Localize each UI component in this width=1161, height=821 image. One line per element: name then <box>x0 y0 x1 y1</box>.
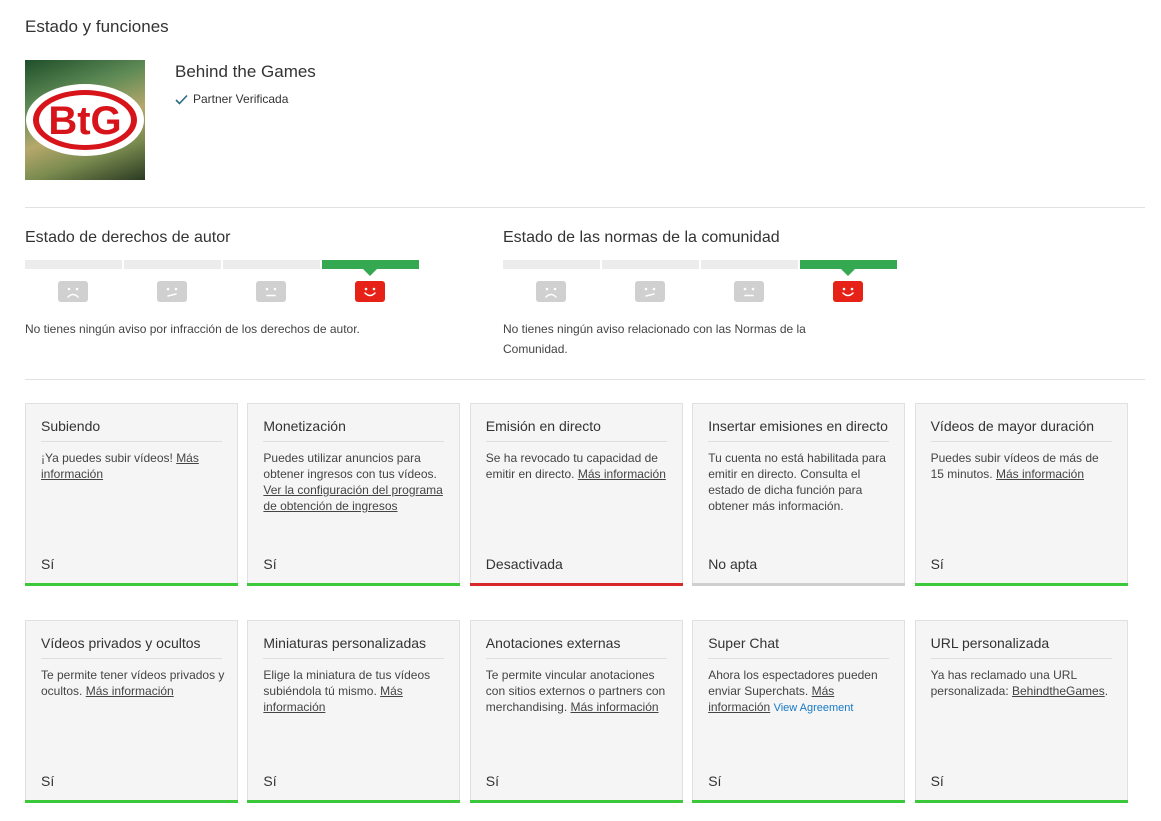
scale-segment <box>223 260 320 269</box>
feature-card: Super Chat Ahora los espectadores pueden … <box>692 620 906 803</box>
scale-segment <box>602 260 699 269</box>
scale-pointer <box>363 269 377 276</box>
sad-face-icon <box>536 281 566 302</box>
more-info-link[interactable]: Más información <box>86 684 174 698</box>
verified-badge: Partner Verificada <box>175 92 288 106</box>
feature-card-description: Ahora los espectadores pueden enviar Sup… <box>708 667 892 716</box>
community-status-description: No tienes ningún aviso relacionado con l… <box>503 322 806 356</box>
feature-card-text: Ahora los espectadores pueden enviar Sup… <box>708 668 878 698</box>
meh-face-icon <box>635 281 665 302</box>
feature-card-description: Te permite tener vídeos privados y ocult… <box>41 667 225 699</box>
feature-card-description: Tu cuenta no está habilitada para emitir… <box>708 450 892 514</box>
feature-card-status: Sí <box>930 556 944 572</box>
channel-avatar[interactable]: BtG <box>25 60 145 180</box>
scale-pointer <box>841 269 855 276</box>
status-bar <box>469 583 683 586</box>
channel-name[interactable]: Behind the Games <box>175 62 316 82</box>
feature-card-title: Monetización <box>263 418 445 442</box>
sad-face-icon <box>58 281 88 302</box>
feature-card-status: Desactivada <box>485 556 563 572</box>
feature-card-status: Sí <box>41 556 55 572</box>
community-status: Estado de las normas de la comunidad No … <box>503 229 897 359</box>
feature-card-status: Sí <box>41 773 55 789</box>
feature-card-description: Te permite vincular anotaciones con siti… <box>486 667 670 715</box>
feature-card: Vídeos de mayor duración Puedes subir víd… <box>914 403 1128 586</box>
status-bar <box>914 800 1128 803</box>
divider <box>25 379 1145 380</box>
feature-card-title: URL personalizada <box>930 635 1112 659</box>
feature-card-title: Subiendo <box>41 418 222 442</box>
community-status-title: Estado de las normas de la comunidad <box>503 229 780 246</box>
status-bar <box>247 800 461 803</box>
status-bar <box>25 800 238 803</box>
status-bar <box>247 583 461 586</box>
feature-card-description: Se ha revocado tu capacidad de emitir en… <box>486 450 670 482</box>
feature-card-description: Puedes subir vídeos de más de 15 minutos… <box>931 450 1115 482</box>
status-bar <box>914 583 1128 586</box>
feature-card-title: Vídeos de mayor duración <box>930 418 1112 442</box>
scale-segment <box>25 260 122 269</box>
feature-card-text: Tu cuenta no está habilitada para emitir… <box>708 451 886 513</box>
feature-card-title: Miniaturas personalizadas <box>263 635 445 659</box>
feature-card-title: Super Chat <box>708 635 890 659</box>
scale-segment <box>800 260 897 269</box>
feature-card: URL personalizada Ya has reclamado una UR… <box>914 620 1128 803</box>
status-bar <box>692 800 906 803</box>
meh-face-icon <box>157 281 187 302</box>
feature-card-text: ¡Ya puedes subir vídeos! <box>41 451 177 465</box>
copyright-status: Estado de derechos de autor No tienes ni… <box>25 229 425 339</box>
btg-logo: BtG <box>26 84 144 156</box>
feature-card-title: Vídeos privados y ocultos <box>41 635 222 659</box>
neutral-face-icon <box>734 281 764 302</box>
page-title: Estado y funciones <box>25 17 169 36</box>
feature-card-description: ¡Ya puedes subir vídeos! Más información <box>41 450 225 482</box>
feature-card-status: Sí <box>263 773 277 789</box>
feature-card-status: Sí <box>708 773 722 789</box>
feature-card-text: Elige la miniatura de tus vídeos subiénd… <box>263 668 431 698</box>
feature-card: Insertar emisiones en directo Tu cuenta n… <box>692 403 906 586</box>
scale-segment <box>124 260 221 269</box>
status-bar <box>469 800 683 803</box>
copyright-scale <box>25 260 421 305</box>
feature-card-title: Emisión en directo <box>485 418 667 442</box>
verified-label: Partner Verificada <box>193 92 289 106</box>
feature-card: Miniaturas personalizadas Elige la miniat… <box>247 620 461 803</box>
community-scale <box>503 260 899 305</box>
logo-text: BtG <box>48 99 121 143</box>
feature-card: Subiendo ¡Ya puedes subir vídeos! Más inf… <box>25 403 238 586</box>
copyright-status-title: Estado de derechos de autor <box>25 229 231 246</box>
feature-card-status: Sí <box>263 556 277 572</box>
divider <box>25 207 1145 208</box>
happy-face-icon <box>355 281 385 302</box>
more-info-link[interactable]: Más información <box>996 467 1084 481</box>
more-info-link[interactable]: Ver la configuración del programa de obt… <box>263 483 442 513</box>
view-agreement-link[interactable]: View Agreement <box>774 702 854 714</box>
feature-card-status: No apta <box>708 556 758 572</box>
checkmark-icon <box>175 94 188 105</box>
feature-card-title: Insertar emisiones en directo <box>708 418 890 442</box>
feature-card-text: Puedes utilizar anuncios para obtener in… <box>263 451 437 481</box>
feature-card: Anotaciones externas Te permite vincular … <box>469 620 683 803</box>
feature-card-description: Ya has reclamado una URL personalizada: … <box>931 667 1115 699</box>
more-info-link[interactable]: Más información <box>578 467 666 481</box>
feature-card-status: Sí <box>485 773 500 789</box>
feature-card-title: Anotaciones externas <box>485 635 667 659</box>
feature-card: Emisión en directo Se ha revocado tu capa… <box>469 403 683 586</box>
scale-segment <box>701 260 798 269</box>
more-info-link[interactable]: BehindtheGames <box>1012 684 1105 698</box>
more-info-link[interactable]: Más información <box>571 700 659 714</box>
happy-face-icon <box>833 281 863 302</box>
scale-segment <box>503 260 600 269</box>
feature-card-description: Elige la miniatura de tus vídeos subiénd… <box>263 667 447 715</box>
feature-card: Monetización Puedes utilizar anuncios par… <box>247 403 461 586</box>
status-bar <box>692 583 906 586</box>
status-bar <box>25 583 238 586</box>
neutral-face-icon <box>256 281 286 302</box>
feature-card-status: Sí <box>930 773 944 789</box>
feature-card-suffix: . <box>1104 684 1109 698</box>
feature-card: Vídeos privados y ocultos Te permite tene… <box>25 620 238 803</box>
copyright-status-description: No tienes ningún aviso por infracción de… <box>25 322 360 336</box>
scale-segment <box>322 260 419 269</box>
feature-card-description: Puedes utilizar anuncios para obtener in… <box>263 450 447 514</box>
